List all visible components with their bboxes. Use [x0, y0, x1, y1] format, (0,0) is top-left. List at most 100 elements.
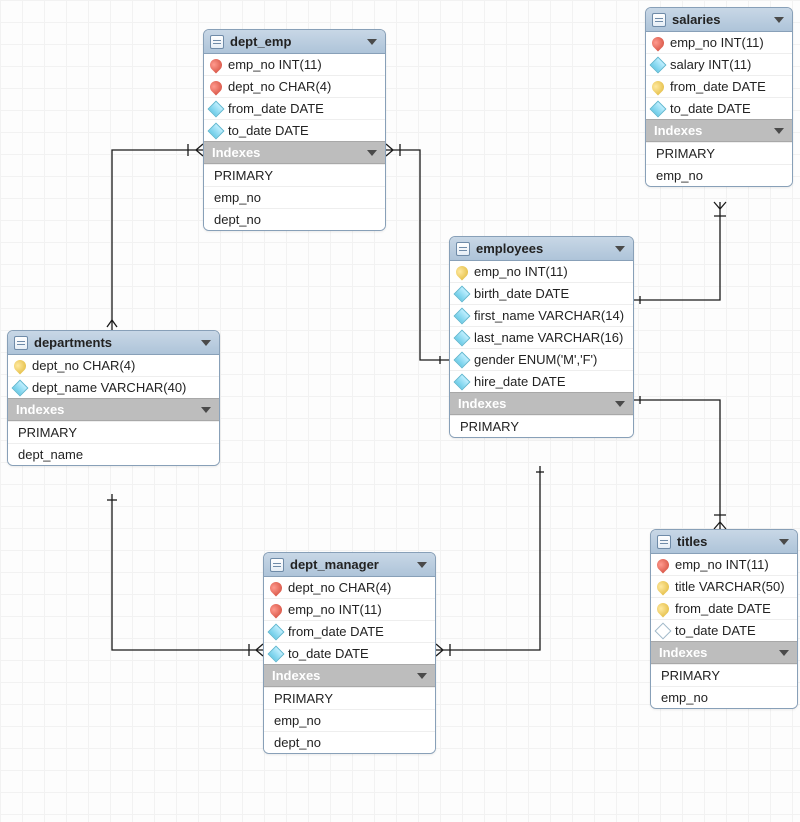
column-row[interactable]: last_name VARCHAR(16) — [450, 326, 633, 348]
column-row[interactable]: from_date DATE — [204, 97, 385, 119]
column-text: dept_no CHAR(4) — [288, 580, 391, 595]
table-icon — [456, 242, 470, 256]
column-row[interactable]: dept_no CHAR(4) — [8, 355, 219, 376]
table-header[interactable]: dept_manager — [264, 553, 435, 577]
column-row[interactable]: dept_name VARCHAR(40) — [8, 376, 219, 398]
table-header[interactable]: dept_emp — [204, 30, 385, 54]
chevron-down-icon[interactable] — [615, 401, 625, 407]
column-text: dept_no CHAR(4) — [228, 79, 331, 94]
indexes-header[interactable]: Indexes — [651, 641, 797, 664]
index-row[interactable]: dept_no — [264, 731, 435, 753]
column-row[interactable]: dept_no CHAR(4) — [204, 75, 385, 97]
indexes-header[interactable]: Indexes — [8, 398, 219, 421]
indexes-label: Indexes — [16, 402, 201, 417]
column-text: title VARCHAR(50) — [675, 579, 785, 594]
column-row[interactable]: dept_no CHAR(4) — [264, 577, 435, 598]
index-row[interactable]: emp_no — [651, 686, 797, 708]
table-title: dept_manager — [290, 557, 417, 572]
column-text: gender ENUM('M','F') — [474, 352, 597, 367]
indexes-header[interactable]: Indexes — [646, 119, 792, 142]
column-text: to_date DATE — [670, 101, 751, 116]
column-row[interactable]: emp_no INT(11) — [646, 32, 792, 53]
diamond-icon — [655, 622, 672, 639]
chevron-down-icon[interactable] — [779, 650, 789, 656]
column-text: birth_date DATE — [474, 286, 569, 301]
indexes-label: Indexes — [458, 396, 615, 411]
column-row[interactable]: emp_no INT(11) — [450, 261, 633, 282]
chevron-down-icon[interactable] — [201, 340, 211, 346]
chevron-down-icon[interactable] — [774, 128, 784, 134]
column-row[interactable]: from_date DATE — [264, 620, 435, 642]
table-dept-emp[interactable]: dept_empemp_no INT(11) dept_no CHAR(4) fro… — [203, 29, 386, 231]
diamond-icon — [454, 373, 471, 390]
index-row[interactable]: emp_no — [264, 709, 435, 731]
column-row[interactable]: first_name VARCHAR(14) — [450, 304, 633, 326]
table-icon — [210, 35, 224, 49]
column-text: from_date DATE — [288, 624, 384, 639]
column-row[interactable]: emp_no INT(11) — [204, 54, 385, 75]
table-icon — [657, 535, 671, 549]
column-row[interactable]: emp_no INT(11) — [264, 598, 435, 620]
column-text: emp_no INT(11) — [288, 602, 382, 617]
column-row[interactable]: hire_date DATE — [450, 370, 633, 392]
diamond-icon — [454, 307, 471, 324]
table-title: titles — [677, 534, 779, 549]
table-employees[interactable]: employeesemp_no INT(11) birth_date DATE fi… — [449, 236, 634, 438]
index-row[interactable]: PRIMARY — [204, 164, 385, 186]
table-icon — [14, 336, 28, 350]
column-row[interactable]: from_date DATE — [646, 75, 792, 97]
table-header[interactable]: departments — [8, 331, 219, 355]
index-row[interactable]: PRIMARY — [264, 687, 435, 709]
column-row[interactable]: salary INT(11) — [646, 53, 792, 75]
diamond-icon — [454, 329, 471, 346]
index-row[interactable]: emp_no — [204, 186, 385, 208]
column-row[interactable]: birth_date DATE — [450, 282, 633, 304]
chevron-down-icon[interactable] — [615, 246, 625, 252]
column-row[interactable]: to_date DATE — [651, 619, 797, 641]
key-icon — [268, 579, 285, 596]
index-row[interactable]: PRIMARY — [8, 421, 219, 443]
column-text: emp_no INT(11) — [675, 557, 769, 572]
column-row[interactable]: to_date DATE — [204, 119, 385, 141]
index-row[interactable]: PRIMARY — [646, 142, 792, 164]
chevron-down-icon[interactable] — [417, 673, 427, 679]
chevron-down-icon[interactable] — [779, 539, 789, 545]
key-icon — [454, 263, 471, 280]
key-icon — [655, 600, 672, 617]
table-salaries[interactable]: salaries emp_no INT(11)salary INT(11)from… — [645, 7, 793, 187]
indexes-header[interactable]: Indexes — [204, 141, 385, 164]
chevron-down-icon[interactable] — [417, 562, 427, 568]
column-text: last_name VARCHAR(16) — [474, 330, 623, 345]
table-titles[interactable]: titles emp_no INT(11) title VARCHAR(50) fro… — [650, 529, 798, 709]
index-row[interactable]: dept_name — [8, 443, 219, 465]
index-row[interactable]: PRIMARY — [651, 664, 797, 686]
diamond-icon — [208, 100, 225, 117]
index-row[interactable]: dept_no — [204, 208, 385, 230]
column-row[interactable]: emp_no INT(11) — [651, 554, 797, 575]
indexes-header[interactable]: Indexes — [264, 664, 435, 687]
column-row[interactable]: to_date DATE — [264, 642, 435, 664]
column-row[interactable]: gender ENUM('M','F') — [450, 348, 633, 370]
diamond-icon — [208, 122, 225, 139]
index-row[interactable]: emp_no — [646, 164, 792, 186]
key-icon — [655, 578, 672, 595]
column-row[interactable]: to_date DATE — [646, 97, 792, 119]
chevron-down-icon[interactable] — [367, 39, 377, 45]
indexes-label: Indexes — [272, 668, 417, 683]
table-header[interactable]: salaries — [646, 8, 792, 32]
table-header[interactable]: employees — [450, 237, 633, 261]
table-dept-manager[interactable]: dept_manager dept_no CHAR(4) emp_no INT(11… — [263, 552, 436, 754]
indexes-header[interactable]: Indexes — [450, 392, 633, 415]
table-header[interactable]: titles — [651, 530, 797, 554]
diamond-icon — [454, 285, 471, 302]
chevron-down-icon[interactable] — [774, 17, 784, 23]
column-text: dept_name VARCHAR(40) — [32, 380, 186, 395]
index-row[interactable]: PRIMARY — [450, 415, 633, 437]
table-title: salaries — [672, 12, 774, 27]
column-row[interactable]: from_date DATE — [651, 597, 797, 619]
column-text: to_date DATE — [228, 123, 309, 138]
column-row[interactable]: title VARCHAR(50) — [651, 575, 797, 597]
chevron-down-icon[interactable] — [201, 407, 211, 413]
chevron-down-icon[interactable] — [367, 150, 377, 156]
table-departments[interactable]: departmentsdept_no CHAR(4) dept_name VARC… — [7, 330, 220, 466]
